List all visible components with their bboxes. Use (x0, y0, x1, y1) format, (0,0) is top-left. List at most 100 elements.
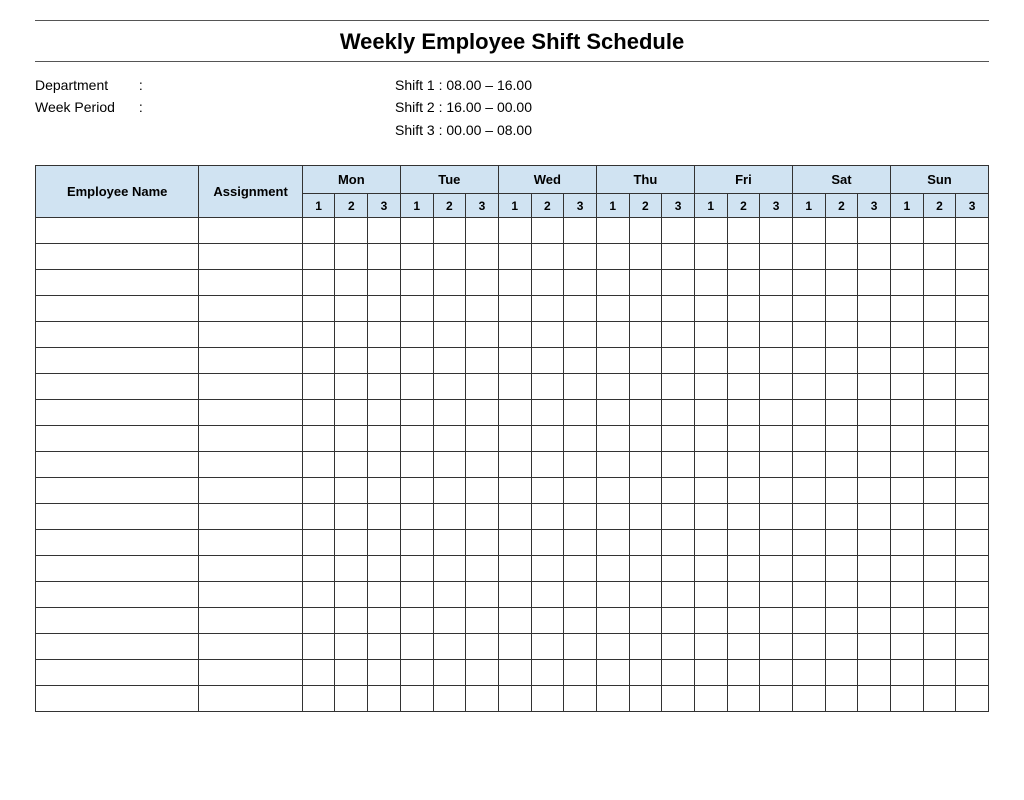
table-cell[interactable] (36, 478, 199, 504)
table-cell[interactable] (629, 504, 662, 530)
table-cell[interactable] (498, 686, 531, 712)
table-cell[interactable] (335, 556, 368, 582)
table-cell[interactable] (596, 400, 629, 426)
table-cell[interactable] (890, 348, 923, 374)
table-cell[interactable] (825, 348, 858, 374)
table-cell[interactable] (727, 218, 760, 244)
table-cell[interactable] (629, 660, 662, 686)
table-cell[interactable] (629, 452, 662, 478)
table-cell[interactable] (662, 478, 695, 504)
table-cell[interactable] (466, 400, 499, 426)
table-cell[interactable] (498, 348, 531, 374)
table-cell[interactable] (727, 270, 760, 296)
table-cell[interactable] (564, 504, 597, 530)
table-cell[interactable] (760, 686, 793, 712)
table-cell[interactable] (531, 270, 564, 296)
table-cell[interactable] (760, 452, 793, 478)
table-cell[interactable] (923, 504, 956, 530)
table-cell[interactable] (531, 426, 564, 452)
table-cell[interactable] (662, 556, 695, 582)
table-cell[interactable] (368, 504, 401, 530)
table-cell[interactable] (564, 244, 597, 270)
table-cell[interactable] (498, 582, 531, 608)
table-cell[interactable] (433, 244, 466, 270)
table-cell[interactable] (694, 244, 727, 270)
table-cell[interactable] (433, 218, 466, 244)
table-cell[interactable] (629, 400, 662, 426)
table-cell[interactable] (825, 218, 858, 244)
table-cell[interactable] (760, 478, 793, 504)
table-cell[interactable] (727, 426, 760, 452)
table-cell[interactable] (727, 322, 760, 348)
table-cell[interactable] (760, 270, 793, 296)
table-cell[interactable] (825, 270, 858, 296)
table-cell[interactable] (466, 374, 499, 400)
table-cell[interactable] (890, 530, 923, 556)
table-cell[interactable] (694, 608, 727, 634)
table-cell[interactable] (890, 296, 923, 322)
table-cell[interactable] (694, 686, 727, 712)
table-cell[interactable] (335, 478, 368, 504)
table-cell[interactable] (662, 530, 695, 556)
table-cell[interactable] (858, 426, 891, 452)
table-cell[interactable] (400, 348, 433, 374)
table-cell[interactable] (199, 426, 302, 452)
table-cell[interactable] (466, 296, 499, 322)
table-cell[interactable] (564, 478, 597, 504)
table-cell[interactable] (36, 400, 199, 426)
table-cell[interactable] (433, 582, 466, 608)
table-cell[interactable] (890, 270, 923, 296)
table-cell[interactable] (199, 244, 302, 270)
table-cell[interactable] (199, 608, 302, 634)
table-cell[interactable] (629, 478, 662, 504)
table-cell[interactable] (564, 452, 597, 478)
table-cell[interactable] (498, 634, 531, 660)
table-cell[interactable] (956, 374, 989, 400)
table-cell[interactable] (498, 218, 531, 244)
table-cell[interactable] (400, 374, 433, 400)
table-cell[interactable] (629, 556, 662, 582)
table-cell[interactable] (760, 374, 793, 400)
table-cell[interactable] (629, 686, 662, 712)
table-cell[interactable] (629, 296, 662, 322)
table-cell[interactable] (890, 452, 923, 478)
table-cell[interactable] (694, 660, 727, 686)
table-cell[interactable] (694, 530, 727, 556)
table-cell[interactable] (629, 634, 662, 660)
table-cell[interactable] (956, 426, 989, 452)
table-cell[interactable] (302, 452, 335, 478)
table-cell[interactable] (368, 400, 401, 426)
table-cell[interactable] (466, 426, 499, 452)
table-cell[interactable] (400, 686, 433, 712)
table-cell[interactable] (368, 426, 401, 452)
table-cell[interactable] (400, 660, 433, 686)
table-cell[interactable] (825, 608, 858, 634)
table-cell[interactable] (564, 634, 597, 660)
table-cell[interactable] (199, 634, 302, 660)
table-cell[interactable] (368, 244, 401, 270)
table-cell[interactable] (466, 244, 499, 270)
table-cell[interactable] (825, 296, 858, 322)
table-cell[interactable] (400, 426, 433, 452)
table-cell[interactable] (956, 244, 989, 270)
table-cell[interactable] (596, 218, 629, 244)
table-cell[interactable] (890, 660, 923, 686)
table-cell[interactable] (466, 270, 499, 296)
table-cell[interactable] (498, 660, 531, 686)
table-cell[interactable] (858, 296, 891, 322)
table-cell[interactable] (727, 660, 760, 686)
table-cell[interactable] (890, 322, 923, 348)
table-cell[interactable] (596, 426, 629, 452)
table-cell[interactable] (335, 582, 368, 608)
table-cell[interactable] (466, 322, 499, 348)
table-cell[interactable] (36, 348, 199, 374)
table-cell[interactable] (923, 452, 956, 478)
table-cell[interactable] (36, 296, 199, 322)
table-cell[interactable] (858, 322, 891, 348)
table-cell[interactable] (368, 582, 401, 608)
table-cell[interactable] (466, 660, 499, 686)
table-cell[interactable] (596, 374, 629, 400)
table-cell[interactable] (760, 218, 793, 244)
table-cell[interactable] (694, 270, 727, 296)
table-cell[interactable] (368, 374, 401, 400)
